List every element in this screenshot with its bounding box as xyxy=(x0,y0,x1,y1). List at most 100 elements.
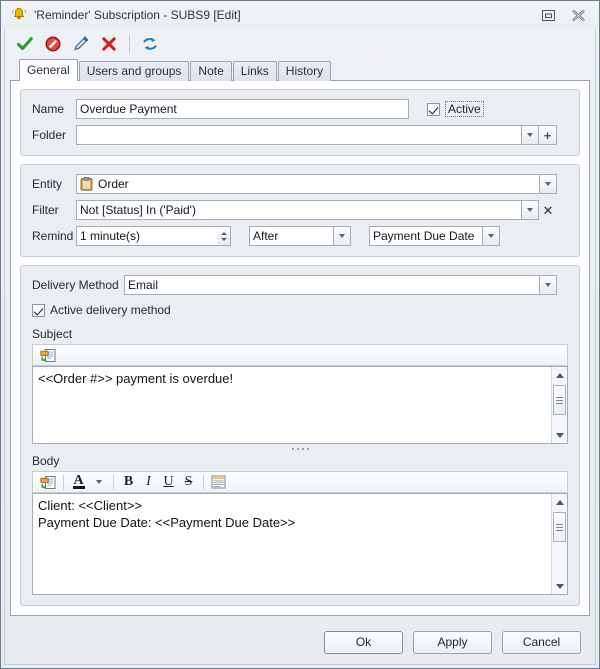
scroll-up-button[interactable] xyxy=(552,494,568,510)
grip-line-icon xyxy=(556,400,563,401)
delivery-method-dropdown-button[interactable] xyxy=(539,275,557,295)
refresh-button[interactable] xyxy=(137,31,163,57)
active-checkbox[interactable] xyxy=(427,103,440,116)
grip-line-icon xyxy=(556,527,563,528)
tab-history[interactable]: History xyxy=(278,61,331,81)
edit-button[interactable] xyxy=(68,31,94,57)
body-scrollbar[interactable] xyxy=(551,494,567,594)
chevron-down-icon xyxy=(527,133,533,137)
active-label: Active xyxy=(445,101,484,117)
body-textarea-wrapper: Client: <<Client>> Payment Due Date: <<P… xyxy=(32,493,568,595)
remind-row: Remind 1 minute(s) After Payment Due Dat… xyxy=(32,226,568,246)
stepper-up-icon xyxy=(221,232,227,235)
entity-input[interactable]: Order xyxy=(76,174,539,194)
grip-line-icon xyxy=(556,403,563,404)
template-icon xyxy=(211,475,226,489)
window-title: 'Reminder' Subscription - SUBS9 [Edit] xyxy=(34,8,538,22)
ok-button[interactable]: Ok xyxy=(324,631,403,654)
delete-button[interactable] xyxy=(96,31,122,57)
chevron-down-icon xyxy=(545,182,551,186)
general-tab-page: Name Overdue Payment Active Folder + xyxy=(10,80,590,616)
entity-value: Order xyxy=(98,175,129,193)
remind-anchor-dropdown-button[interactable] xyxy=(482,226,500,246)
remind-label: Remind xyxy=(32,229,76,243)
scroll-thumb[interactable] xyxy=(553,512,566,542)
remind-anchor-input[interactable]: Payment Due Date xyxy=(369,226,482,246)
scroll-down-button[interactable] xyxy=(552,578,568,594)
subject-insert-field-button[interactable] xyxy=(38,346,58,365)
tab-general[interactable]: General xyxy=(19,59,78,81)
apply-button[interactable]: Apply xyxy=(413,631,492,654)
grip-line-icon xyxy=(556,530,563,531)
x-icon xyxy=(100,35,118,53)
grip-line-icon xyxy=(556,524,563,525)
scroll-track[interactable] xyxy=(552,383,567,427)
triangle-up-icon xyxy=(556,373,564,378)
accept-button[interactable] xyxy=(12,31,38,57)
underline-button[interactable]: U xyxy=(159,473,178,492)
plus-icon: + xyxy=(544,129,552,142)
cancel-button[interactable] xyxy=(40,31,66,57)
template-button[interactable] xyxy=(209,473,228,492)
filter-input[interactable]: Not [Status] In ('Paid') xyxy=(76,200,521,220)
splitter-dot xyxy=(307,448,309,450)
tab-links[interactable]: Links xyxy=(233,61,277,81)
body-insert-field-button[interactable] xyxy=(38,473,58,492)
scroll-up-button[interactable] xyxy=(552,367,568,383)
toolbar-separator xyxy=(203,475,204,490)
triangle-down-icon xyxy=(556,584,564,589)
chevron-down-icon xyxy=(96,480,102,484)
splitter-dot xyxy=(292,448,294,450)
body-label: Body xyxy=(32,454,568,468)
subject-label: Subject xyxy=(32,327,568,341)
remind-amount-stepper[interactable] xyxy=(217,226,231,246)
filter-dropdown-button[interactable] xyxy=(521,200,539,220)
font-color-dropdown-button[interactable] xyxy=(89,473,108,492)
entity-dropdown-button[interactable] xyxy=(539,174,557,194)
delivery-method-input[interactable]: Email xyxy=(124,275,539,295)
tab-users-and-groups[interactable]: Users and groups xyxy=(79,61,190,81)
splitter-dot xyxy=(302,448,304,450)
remind-direction-input[interactable]: After xyxy=(249,226,333,246)
title-bar: 'Reminder' Subscription - SUBS9 [Edit] xyxy=(1,1,599,29)
subject-body-splitter[interactable] xyxy=(32,444,568,454)
font-color-button[interactable]: A xyxy=(69,473,88,492)
tab-note[interactable]: Note xyxy=(190,61,231,81)
bold-button[interactable]: B xyxy=(119,473,138,492)
active-delivery-method-group[interactable]: Active delivery method xyxy=(32,303,171,317)
stepper-down-icon xyxy=(221,238,227,241)
remind-direction-dropdown-button[interactable] xyxy=(333,226,351,246)
folder-dropdown-button[interactable] xyxy=(521,125,539,145)
name-input[interactable]: Overdue Payment xyxy=(76,99,409,119)
restore-icon xyxy=(542,10,555,21)
subject-scrollbar[interactable] xyxy=(551,367,567,443)
delivery-method-row: Delivery Method Email xyxy=(32,275,568,295)
font-color-swatch xyxy=(73,486,85,489)
filter-label: Filter xyxy=(32,203,76,217)
body-textarea[interactable]: Client: <<Client>> Payment Due Date: <<P… xyxy=(33,494,551,594)
folder-label: Folder xyxy=(32,128,76,142)
folder-input[interactable] xyxy=(76,125,521,145)
scroll-thumb[interactable] xyxy=(553,385,566,415)
close-window-button[interactable] xyxy=(568,6,588,24)
tab-strip-container: General Users and groups Note Links Hist… xyxy=(1,59,599,81)
restore-window-button[interactable] xyxy=(538,6,558,24)
scroll-down-button[interactable] xyxy=(552,427,568,443)
folder-add-button[interactable]: + xyxy=(539,125,557,145)
filter-clear-button[interactable]: ✕ xyxy=(539,200,557,220)
cancel-button[interactable]: Cancel xyxy=(502,631,581,654)
active-delivery-method-checkbox[interactable] xyxy=(32,304,45,317)
italic-button[interactable]: I xyxy=(139,473,158,492)
strikethrough-button[interactable]: S xyxy=(179,473,198,492)
bold-icon: B xyxy=(124,474,133,490)
insert-field-icon xyxy=(40,475,56,490)
chevron-down-icon xyxy=(545,283,551,287)
subject-textarea[interactable]: <<Order #>> payment is overdue! xyxy=(33,367,551,443)
active-delivery-method-row: Active delivery method xyxy=(32,303,568,317)
scroll-track[interactable] xyxy=(552,510,567,578)
remind-amount-input[interactable]: 1 minute(s) xyxy=(76,226,217,246)
active-checkbox-group[interactable]: Active xyxy=(427,101,484,117)
entity-row: Entity Order xyxy=(32,174,568,194)
body-editor-toolbar: A B I U S xyxy=(32,471,568,493)
italic-icon: I xyxy=(146,474,151,490)
